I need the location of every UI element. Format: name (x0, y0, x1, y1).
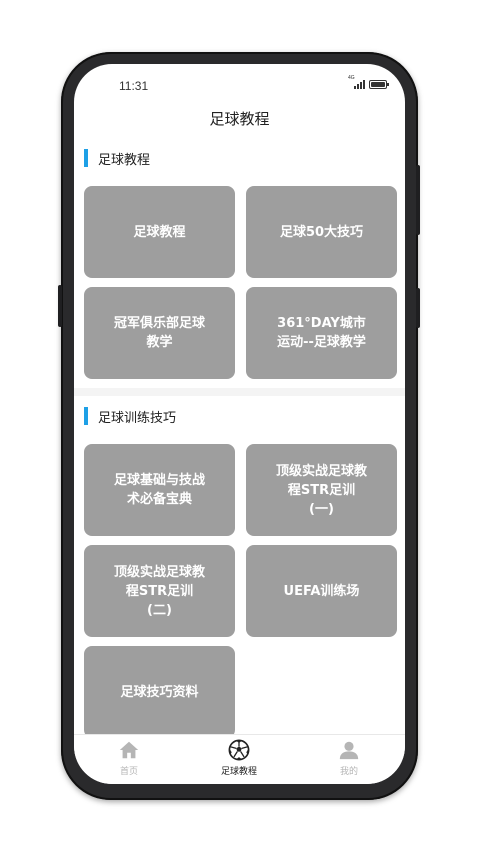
section-accent-bar (84, 407, 88, 425)
tutorial-card[interactable]: 顶级实战足球教 程STR足训 (二) (84, 545, 235, 637)
tutorial-card[interactable]: 足球基础与技战 术必备宝典 (84, 444, 235, 536)
section-accent-bar (84, 149, 88, 167)
page-title: 足球教程 (209, 110, 270, 128)
status-time: 11:31 (119, 79, 149, 93)
side-button (416, 288, 420, 328)
tab-bar: 首页 足球教程 我的 (74, 734, 405, 784)
tab-mine[interactable]: 我的 (294, 739, 404, 777)
tutorial-card[interactable]: 足球技巧资料 (84, 646, 235, 734)
home-icon (119, 741, 139, 759)
battery-icon (369, 80, 389, 89)
tutorial-card[interactable]: UEFA训练场 (246, 545, 397, 637)
tab-football-tutorial[interactable]: 足球教程 (184, 739, 294, 777)
tab-label: 首页 (119, 767, 138, 777)
section-title: 足球教程 (84, 149, 151, 168)
section-title-text: 足球训练技巧 (98, 410, 177, 426)
content-scroll[interactable]: 足球教程 足球教程 足球50大技巧 冠军俱乐部足球 教学 361°DAY城市 运… (74, 138, 405, 734)
volume-button (58, 285, 62, 327)
user-icon (339, 741, 359, 760)
tab-home[interactable]: 首页 (74, 739, 184, 777)
tab-label: 我的 (339, 767, 358, 777)
power-button (416, 165, 420, 235)
tutorial-card[interactable]: 冠军俱乐部足球 教学 (84, 287, 235, 379)
status-icons: 4G (348, 75, 389, 89)
tutorial-card[interactable]: 足球教程 (84, 186, 235, 278)
section-training-skills: 足球训练技巧 足球基础与技战 术必备宝典 顶级实战足球教 程STR足训 (一) … (74, 396, 405, 734)
section-title-text: 足球教程 (98, 152, 151, 168)
section-title: 足球训练技巧 (84, 407, 177, 426)
status-bar: 11:31 4G (74, 64, 405, 104)
tutorial-card[interactable]: 361°DAY城市 运动--足球教学 (246, 287, 397, 379)
signal-icon: 4G (348, 75, 365, 89)
tutorial-card[interactable]: 顶级实战足球教 程STR足训 (一) (246, 444, 397, 536)
section-football-tutorial: 足球教程 足球教程 足球50大技巧 冠军俱乐部足球 教学 361°DAY城市 运… (74, 138, 405, 388)
network-type: 4G (348, 75, 355, 81)
phone-screen: 11:31 4G 足球教程 足球教程 足球教程 足球50大技巧 冠军俱乐部足球 … (74, 64, 405, 784)
tab-label: 足球教程 (220, 767, 257, 777)
soccer-ball-icon (228, 739, 250, 761)
tutorial-card[interactable]: 足球50大技巧 (246, 186, 397, 278)
